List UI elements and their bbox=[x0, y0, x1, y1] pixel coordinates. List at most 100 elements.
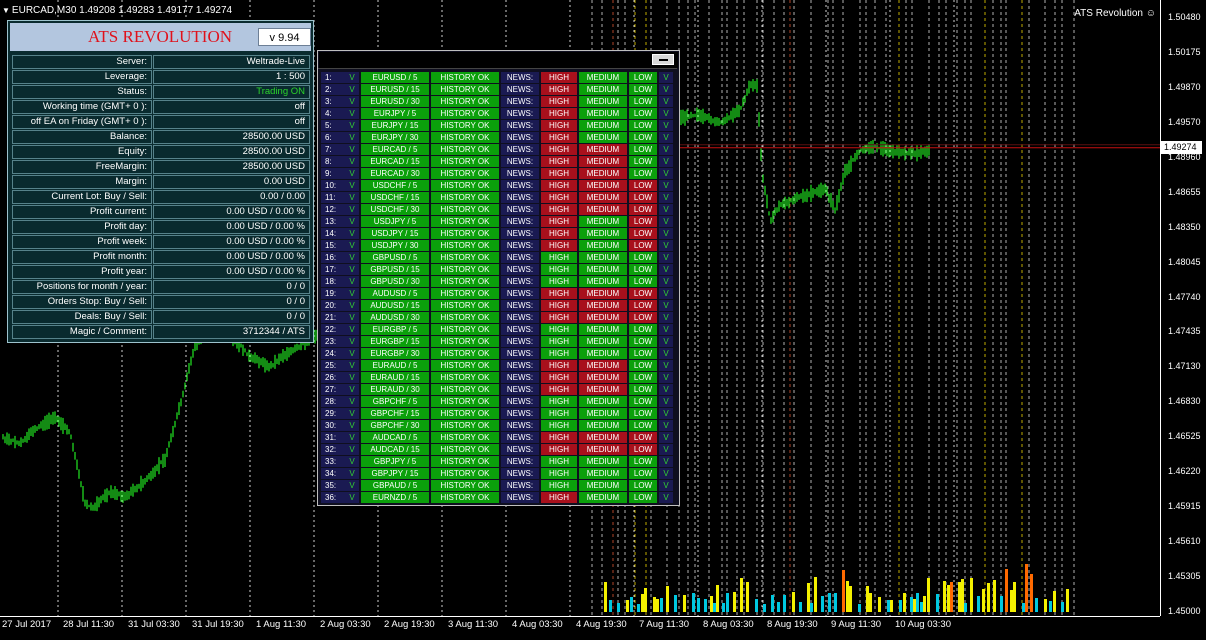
symbol-timeframe-button[interactable]: EURGBP / 5 bbox=[361, 324, 429, 335]
news-high-toggle[interactable]: HIGH bbox=[541, 396, 577, 407]
news-high-toggle[interactable]: HIGH bbox=[541, 96, 577, 107]
news-medium-toggle[interactable]: MEDIUM bbox=[579, 96, 627, 107]
news-medium-toggle[interactable]: MEDIUM bbox=[579, 384, 627, 395]
news-high-toggle[interactable]: HIGH bbox=[541, 312, 577, 323]
news-medium-toggle[interactable]: MEDIUM bbox=[579, 348, 627, 359]
news-low-toggle[interactable]: LOW bbox=[629, 276, 657, 287]
symbol-timeframe-button[interactable]: USDJPY / 15 bbox=[361, 228, 429, 239]
symbol-timeframe-button[interactable]: AUDUSD / 15 bbox=[361, 300, 429, 311]
symbol-timeframe-button[interactable]: EURNZD / 5 bbox=[361, 492, 429, 503]
news-low-toggle[interactable]: LOW bbox=[629, 264, 657, 275]
symbol-timeframe-button[interactable]: EURCAD / 5 bbox=[361, 144, 429, 155]
symbol-timeframe-button[interactable]: EURUSD / 30 bbox=[361, 96, 429, 107]
news-low-toggle[interactable]: LOW bbox=[629, 492, 657, 503]
news-low-toggle[interactable]: LOW bbox=[629, 312, 657, 323]
symbol-timeframe-button[interactable]: EURGBP / 30 bbox=[361, 348, 429, 359]
news-low-toggle[interactable]: LOW bbox=[629, 468, 657, 479]
news-high-toggle[interactable]: HIGH bbox=[541, 168, 577, 179]
news-low-toggle[interactable]: LOW bbox=[629, 168, 657, 179]
news-low-toggle[interactable]: LOW bbox=[629, 348, 657, 359]
symbol-timeframe-button[interactable]: GBPJPY / 5 bbox=[361, 456, 429, 467]
news-low-toggle[interactable]: LOW bbox=[629, 72, 657, 83]
news-high-toggle[interactable]: HIGH bbox=[541, 216, 577, 227]
symbol-timeframe-button[interactable]: GBPCHF / 30 bbox=[361, 420, 429, 431]
news-low-toggle[interactable]: LOW bbox=[629, 84, 657, 95]
news-high-toggle[interactable]: HIGH bbox=[541, 108, 577, 119]
news-high-toggle[interactable]: HIGH bbox=[541, 360, 577, 371]
news-medium-toggle[interactable]: MEDIUM bbox=[579, 228, 627, 239]
symbol-timeframe-button[interactable]: EURGBP / 15 bbox=[361, 336, 429, 347]
news-medium-toggle[interactable]: MEDIUM bbox=[579, 324, 627, 335]
symbol-timeframe-button[interactable]: USDCHF / 5 bbox=[361, 180, 429, 191]
minimize-button[interactable] bbox=[652, 54, 674, 65]
symbol-timeframe-button[interactable]: USDCHF / 30 bbox=[361, 204, 429, 215]
news-low-toggle[interactable]: LOW bbox=[629, 384, 657, 395]
news-medium-toggle[interactable]: MEDIUM bbox=[579, 468, 627, 479]
news-medium-toggle[interactable]: MEDIUM bbox=[579, 480, 627, 491]
symbol-timeframe-button[interactable]: AUDUSD / 5 bbox=[361, 288, 429, 299]
news-high-toggle[interactable]: HIGH bbox=[541, 156, 577, 167]
news-medium-toggle[interactable]: MEDIUM bbox=[579, 144, 627, 155]
news-high-toggle[interactable]: HIGH bbox=[541, 336, 577, 347]
news-medium-toggle[interactable]: MEDIUM bbox=[579, 456, 627, 467]
symbol-timeframe-button[interactable]: EURJPY / 5 bbox=[361, 108, 429, 119]
symbol-timeframe-button[interactable]: EURUSD / 15 bbox=[361, 84, 429, 95]
news-high-toggle[interactable]: HIGH bbox=[541, 420, 577, 431]
news-low-toggle[interactable]: LOW bbox=[629, 300, 657, 311]
symbol-timeframe-button[interactable]: AUDCAD / 5 bbox=[361, 432, 429, 443]
news-medium-toggle[interactable]: MEDIUM bbox=[579, 492, 627, 503]
symbol-timeframe-button[interactable]: GBPUSD / 5 bbox=[361, 252, 429, 263]
news-high-toggle[interactable]: HIGH bbox=[541, 84, 577, 95]
news-high-toggle[interactable]: HIGH bbox=[541, 348, 577, 359]
news-medium-toggle[interactable]: MEDIUM bbox=[579, 180, 627, 191]
news-medium-toggle[interactable]: MEDIUM bbox=[579, 216, 627, 227]
news-low-toggle[interactable]: LOW bbox=[629, 240, 657, 251]
news-medium-toggle[interactable]: MEDIUM bbox=[579, 444, 627, 455]
symbol-timeframe-button[interactable]: EURJPY / 30 bbox=[361, 132, 429, 143]
news-medium-toggle[interactable]: MEDIUM bbox=[579, 360, 627, 371]
news-low-toggle[interactable]: LOW bbox=[629, 396, 657, 407]
news-medium-toggle[interactable]: MEDIUM bbox=[579, 300, 627, 311]
news-high-toggle[interactable]: HIGH bbox=[541, 240, 577, 251]
news-low-toggle[interactable]: LOW bbox=[629, 228, 657, 239]
news-low-toggle[interactable]: LOW bbox=[629, 288, 657, 299]
news-low-toggle[interactable]: LOW bbox=[629, 216, 657, 227]
symbol-timeframe-button[interactable]: USDCHF / 15 bbox=[361, 192, 429, 203]
news-high-toggle[interactable]: HIGH bbox=[541, 264, 577, 275]
news-high-toggle[interactable]: HIGH bbox=[541, 384, 577, 395]
news-low-toggle[interactable]: LOW bbox=[629, 432, 657, 443]
news-low-toggle[interactable]: LOW bbox=[629, 456, 657, 467]
news-high-toggle[interactable]: HIGH bbox=[541, 444, 577, 455]
news-medium-toggle[interactable]: MEDIUM bbox=[579, 168, 627, 179]
news-medium-toggle[interactable]: MEDIUM bbox=[579, 408, 627, 419]
news-low-toggle[interactable]: LOW bbox=[629, 360, 657, 371]
news-high-toggle[interactable]: HIGH bbox=[541, 252, 577, 263]
symbol-timeframe-button[interactable]: EURCAD / 30 bbox=[361, 168, 429, 179]
news-high-toggle[interactable]: HIGH bbox=[541, 480, 577, 491]
symbol-timeframe-button[interactable]: EURJPY / 15 bbox=[361, 120, 429, 131]
news-high-toggle[interactable]: HIGH bbox=[541, 192, 577, 203]
news-medium-toggle[interactable]: MEDIUM bbox=[579, 204, 627, 215]
symbol-timeframe-button[interactable]: USDJPY / 5 bbox=[361, 216, 429, 227]
news-low-toggle[interactable]: LOW bbox=[629, 192, 657, 203]
news-medium-toggle[interactable]: MEDIUM bbox=[579, 252, 627, 263]
news-low-toggle[interactable]: LOW bbox=[629, 420, 657, 431]
news-high-toggle[interactable]: HIGH bbox=[541, 408, 577, 419]
news-high-toggle[interactable]: HIGH bbox=[541, 432, 577, 443]
news-low-toggle[interactable]: LOW bbox=[629, 132, 657, 143]
news-high-toggle[interactable]: HIGH bbox=[541, 276, 577, 287]
news-low-toggle[interactable]: LOW bbox=[629, 324, 657, 335]
news-medium-toggle[interactable]: MEDIUM bbox=[579, 396, 627, 407]
news-low-toggle[interactable]: LOW bbox=[629, 180, 657, 191]
news-low-toggle[interactable]: LOW bbox=[629, 480, 657, 491]
news-high-toggle[interactable]: HIGH bbox=[541, 456, 577, 467]
symbol-timeframe-button[interactable]: GBPUSD / 15 bbox=[361, 264, 429, 275]
news-medium-toggle[interactable]: MEDIUM bbox=[579, 288, 627, 299]
news-medium-toggle[interactable]: MEDIUM bbox=[579, 276, 627, 287]
news-high-toggle[interactable]: HIGH bbox=[541, 372, 577, 383]
news-high-toggle[interactable]: HIGH bbox=[541, 132, 577, 143]
symbol-timeframe-button[interactable]: EURAUD / 5 bbox=[361, 360, 429, 371]
news-medium-toggle[interactable]: MEDIUM bbox=[579, 264, 627, 275]
news-high-toggle[interactable]: HIGH bbox=[541, 144, 577, 155]
news-medium-toggle[interactable]: MEDIUM bbox=[579, 120, 627, 131]
